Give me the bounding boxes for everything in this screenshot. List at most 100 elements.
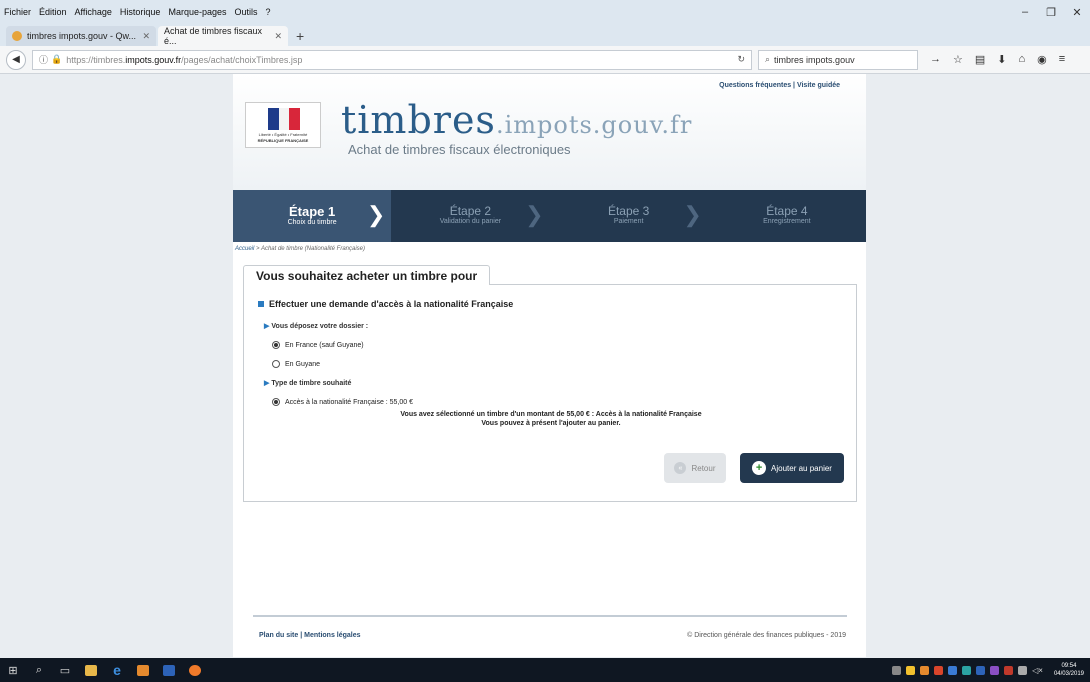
home-icon[interactable]: ⌂: [1019, 53, 1026, 66]
url-bar[interactable]: ⓘ 🔒 https://timbres. impots.gouv.fr /pag…: [32, 49, 752, 70]
hamburger-menu-icon[interactable]: ≡: [1059, 53, 1065, 66]
file-explorer-icon[interactable]: [78, 658, 104, 682]
volume-icon[interactable]: ◁×: [1032, 666, 1043, 675]
bookmarks-list-icon[interactable]: ▤: [975, 53, 985, 66]
tray-app-icon[interactable]: [920, 665, 930, 675]
maximize-icon[interactable]: ❐: [1038, 6, 1064, 19]
radio-selected-icon[interactable]: [272, 341, 280, 349]
bookmark-star-icon[interactable]: ☆: [953, 53, 963, 66]
qwant-favicon-icon: [12, 31, 22, 41]
selection-note-line-1: Vous avez sélectionné un timbre d'un mon…: [400, 411, 702, 418]
site-title: timbres.impots.gouv.fr: [341, 98, 692, 142]
tray-app-icon[interactable]: [962, 665, 972, 675]
step-2: Étape 2 Validation du panier ❯: [391, 190, 549, 242]
step-3: Étape 3 Paiement ❯: [550, 190, 708, 242]
step-4: Étape 4 Enregistrement: [708, 190, 866, 242]
search-icon: ⌕: [765, 54, 771, 64]
minimize-icon[interactable]: –: [1012, 6, 1038, 19]
menu-outils[interactable]: Outils: [231, 7, 262, 17]
add-to-cart-button[interactable]: + Ajouter au panier: [740, 453, 844, 483]
radio-en-france[interactable]: En France (sauf Guyane): [272, 341, 364, 349]
tray-app-icon[interactable]: [934, 665, 944, 675]
breadcrumb-current: > Achat de timbre (Nationalité Française…: [254, 246, 366, 252]
firefox-icon[interactable]: [182, 658, 208, 682]
forward-icon[interactable]: →: [930, 53, 941, 66]
tray-app-icon[interactable]: [948, 665, 958, 675]
radio-acces-nationalite-label: Accès à la nationalité Française : 55,00…: [285, 398, 414, 406]
tab-label: Achat de timbres fiscaux é...: [164, 26, 263, 46]
triangle-right-icon: ▶: [264, 380, 270, 387]
tab-label: timbres impots.gouv - Qw...: [27, 31, 137, 41]
windows-start-icon[interactable]: ⊞: [0, 658, 26, 682]
menu-affichage[interactable]: Affichage: [71, 7, 116, 17]
edge-browser-icon[interactable]: e: [104, 658, 130, 682]
step-1: Étape 1 Choix du timbre ❯: [233, 190, 392, 242]
download-icon[interactable]: ⬇: [997, 53, 1006, 66]
site-footer: Plan du site | Mentions légales © Direct…: [233, 630, 866, 650]
close-window-icon[interactable]: ✕: [1064, 6, 1090, 19]
search-icon[interactable]: ⌕: [26, 658, 52, 682]
info-icon[interactable]: ⓘ: [39, 53, 48, 66]
menu-aide[interactable]: ?: [262, 7, 275, 17]
back-double-chevron-icon: «: [674, 462, 687, 474]
url-path: /pages/achat/choixTimbres.jsp: [181, 54, 303, 65]
selection-note: Vous avez sélectionné un timbre d'un mon…: [244, 410, 858, 428]
word-icon[interactable]: [156, 658, 182, 682]
radio-en-guyane-label: En Guyane: [285, 360, 321, 368]
back-icon[interactable]: ◀: [6, 49, 26, 70]
site-title-main: timbres: [341, 98, 496, 142]
url-host: impots.gouv.fr: [125, 54, 182, 65]
search-value: timbres impots.gouv: [774, 54, 855, 65]
plus-circle-icon: +: [752, 461, 767, 475]
header-links[interactable]: Questions fréquentes | Visite guidée: [719, 82, 840, 89]
network-icon[interactable]: [1018, 665, 1028, 675]
tray-app-icon[interactable]: [906, 665, 916, 675]
system-tray: ◁× 09:54 04/03/2019: [892, 662, 1090, 678]
reload-icon[interactable]: ↻: [737, 54, 745, 65]
breadcrumb-home[interactable]: Accueil: [235, 246, 254, 252]
tray-app-icon[interactable]: [1004, 665, 1014, 675]
outlook-icon[interactable]: [130, 658, 156, 682]
site-header: Questions fréquentes | Visite guidée Lib…: [233, 74, 866, 190]
new-tab-icon[interactable]: +: [290, 26, 310, 46]
radio-en-france-label: En France (sauf Guyane): [285, 341, 364, 349]
tray-app-icon[interactable]: [976, 665, 986, 675]
radio-unselected-icon[interactable]: [272, 360, 280, 368]
radio-selected-icon[interactable]: [272, 398, 280, 406]
breadcrumb: Accueil > Achat de timbre (Nationalité F…: [235, 246, 365, 252]
menu-fichier[interactable]: Fichier: [0, 7, 35, 17]
tab-achat-timbres[interactable]: Achat de timbres fiscaux é... ✕: [158, 26, 288, 46]
taskbar-clock[interactable]: 09:54 04/03/2019: [1054, 662, 1084, 678]
question-depot: ▶ Vous déposez votre dossier :: [264, 322, 369, 331]
extension-icon[interactable]: ◉: [1037, 53, 1047, 66]
tab-qwant[interactable]: timbres impots.gouv - Qw... ✕: [6, 26, 156, 46]
footer-links[interactable]: Plan du site | Mentions légales: [259, 632, 361, 639]
close-tab-icon[interactable]: ✕: [274, 31, 282, 42]
question-depot-text: Vous déposez votre dossier :: [271, 322, 369, 330]
search-input[interactable]: ⌕ timbres impots.gouv: [758, 49, 918, 70]
footer-copyright: © Direction générale des finances publiq…: [687, 632, 846, 639]
task-view-icon[interactable]: ▭: [52, 658, 78, 682]
square-bullet-icon: [258, 301, 264, 307]
chevron-right-icon: ❯: [525, 202, 544, 227]
windows-taskbar: ⊞ ⌕ ▭ e ◁× 09:54 04/03/2019: [0, 658, 1090, 682]
page-container: Questions fréquentes | Visite guidée Lib…: [233, 74, 866, 657]
tray-app-icon[interactable]: [892, 665, 902, 675]
section-title-text: Effectuer une demande d'accès à la natio…: [269, 299, 514, 309]
close-tab-icon[interactable]: ✕: [142, 31, 150, 42]
tray-app-icon[interactable]: [990, 665, 1000, 675]
selection-note-line-2: Vous pouvez à présent l'ajouter au panie…: [481, 420, 621, 427]
lock-icon: 🔒: [51, 54, 63, 64]
site-title-rest: .impots.gouv.fr: [495, 111, 693, 139]
radio-en-guyane[interactable]: En Guyane: [272, 360, 320, 368]
steps-bar: Étape 1 Choix du timbre ❯ Étape 2 Valida…: [233, 190, 866, 242]
retour-button[interactable]: « Retour: [664, 453, 726, 483]
menu-historique[interactable]: Historique: [116, 7, 165, 17]
republique-logo: Liberté • Égalité • Fraternité RÉPUBLIQU…: [245, 102, 321, 148]
footer-divider: [253, 615, 847, 617]
menu-marque-pages[interactable]: Marque-pages: [164, 7, 230, 17]
radio-acces-nationalite[interactable]: Accès à la nationalité Française : 55,00…: [272, 398, 413, 406]
panel-title: Vous souhaitez acheter un timbre pour: [243, 265, 491, 285]
menu-edition[interactable]: Édition: [35, 7, 71, 17]
site-subtitle: Achat de timbres fiscaux électroniques: [348, 142, 571, 157]
